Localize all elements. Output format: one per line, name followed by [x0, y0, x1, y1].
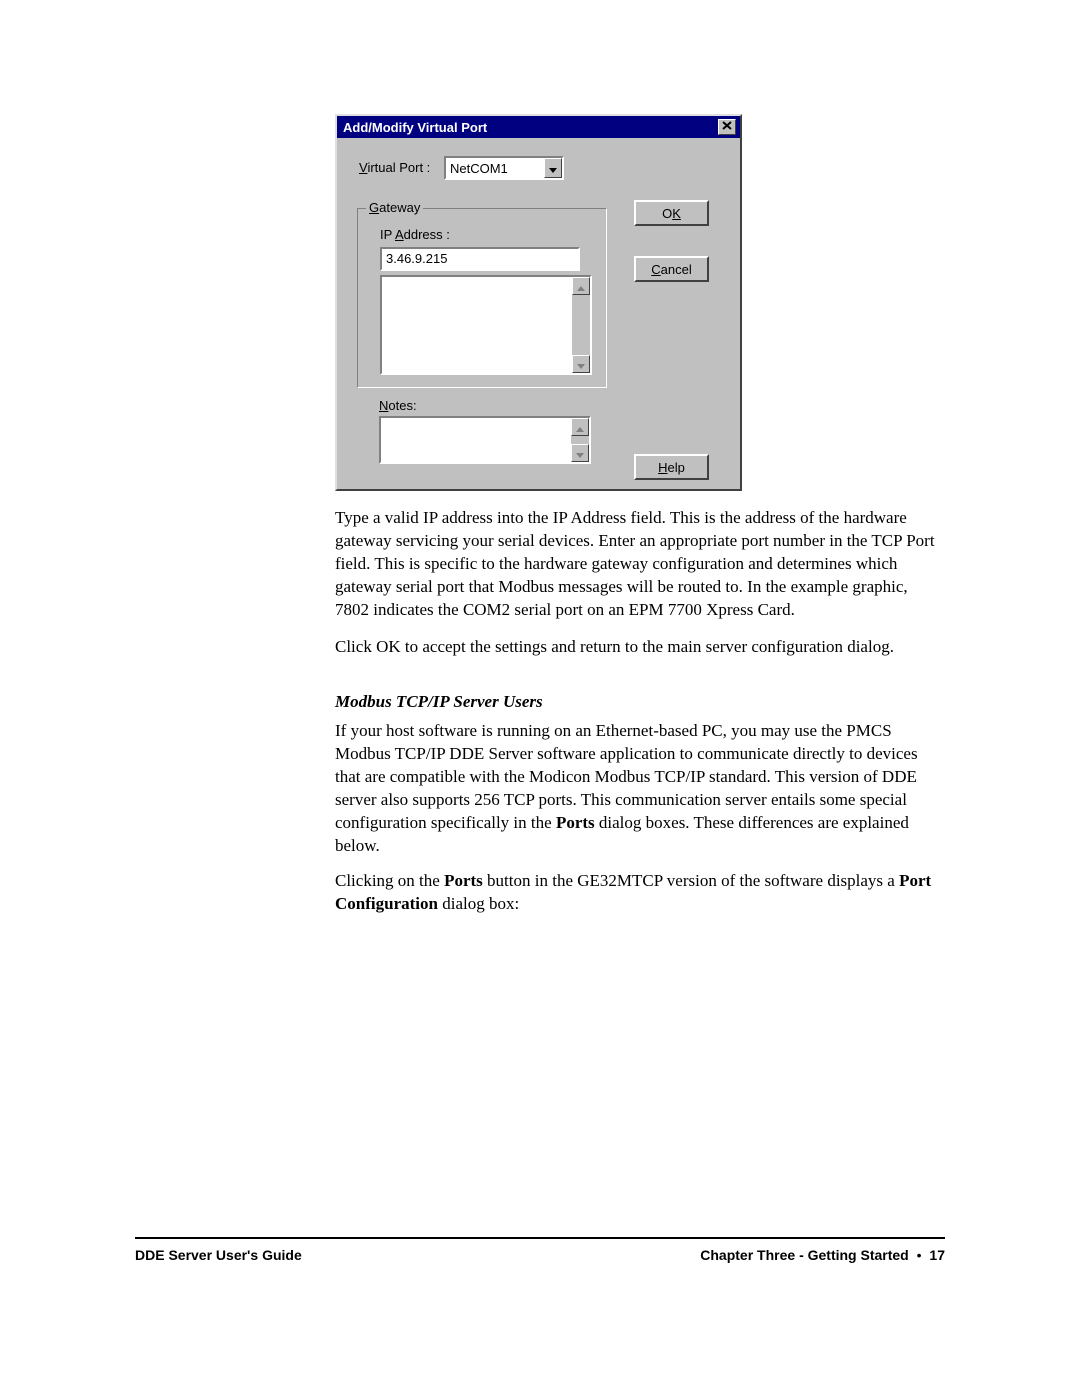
footer-chapter: Chapter Three - Getting Started: [700, 1247, 908, 1263]
cancel-button[interactable]: Cancel: [634, 256, 709, 282]
cancel-label: Cancel: [651, 262, 691, 277]
ip-address-value: 3.46.9.215: [386, 251, 447, 266]
chevron-down-icon: [549, 161, 557, 176]
scroll-up-button[interactable]: [571, 418, 589, 436]
paragraph-4: Clicking on the Ports button in the GE32…: [335, 870, 945, 916]
gateway-list-area: [382, 277, 572, 373]
chevron-up-icon: [576, 420, 584, 435]
dropdown-button[interactable]: [544, 158, 562, 178]
ip-address-input[interactable]: 3.46.9.215: [380, 247, 580, 271]
dialog-titlebar: Add/Modify Virtual Port: [337, 116, 740, 138]
scroll-down-button[interactable]: [571, 444, 589, 462]
footer-right: Chapter Three - Getting Started • 17: [700, 1247, 945, 1263]
help-button[interactable]: Help: [634, 454, 709, 480]
scroll-up-button[interactable]: [572, 277, 590, 295]
close-button[interactable]: [718, 119, 736, 135]
gateway-groupbox: Gateway IP Address : 3.46.9.215: [357, 208, 607, 388]
chevron-down-icon: [576, 446, 584, 461]
notes-area: [381, 418, 571, 462]
gateway-listbox[interactable]: [380, 275, 592, 375]
scrollbar[interactable]: [572, 277, 590, 373]
dialog-title: Add/Modify Virtual Port: [343, 120, 487, 135]
notes-textarea[interactable]: [379, 416, 591, 464]
close-icon: [722, 121, 732, 133]
scroll-down-button[interactable]: [572, 355, 590, 373]
help-label: Help: [658, 460, 685, 475]
paragraph-2: Click OK to accept the settings and retu…: [335, 636, 945, 659]
footer-page: 17: [929, 1247, 945, 1263]
notes-scrollbar[interactable]: [571, 418, 589, 462]
ip-address-label: IP Address :: [380, 227, 450, 242]
page: Add/Modify Virtual Port Virtual Port : N…: [0, 0, 1080, 1397]
paragraph-1: Type a valid IP address into the IP Addr…: [335, 507, 945, 622]
section-heading: Modbus TCP/IP Server Users: [335, 692, 543, 712]
gateway-legend: Gateway: [366, 200, 423, 215]
notes-label: Notes:: [379, 398, 417, 413]
virtual-port-value: NetCOM1: [446, 161, 544, 176]
footer-left: DDE Server User's Guide: [135, 1247, 302, 1263]
paragraph-3: If your host software is running on an E…: [335, 720, 945, 858]
footer-bullet: •: [913, 1247, 926, 1263]
chevron-down-icon: [577, 357, 585, 372]
footer-rule: [135, 1237, 945, 1239]
virtual-port-combo[interactable]: NetCOM1: [444, 156, 564, 180]
ok-button[interactable]: OK: [634, 200, 709, 226]
chevron-up-icon: [577, 279, 585, 294]
ok-label: OK: [662, 206, 681, 221]
dialog-body: Virtual Port : NetCOM1 Gateway IP Addres…: [337, 138, 740, 489]
virtual-port-label: Virtual Port :: [359, 160, 430, 175]
add-modify-virtual-port-dialog: Add/Modify Virtual Port Virtual Port : N…: [335, 114, 742, 491]
